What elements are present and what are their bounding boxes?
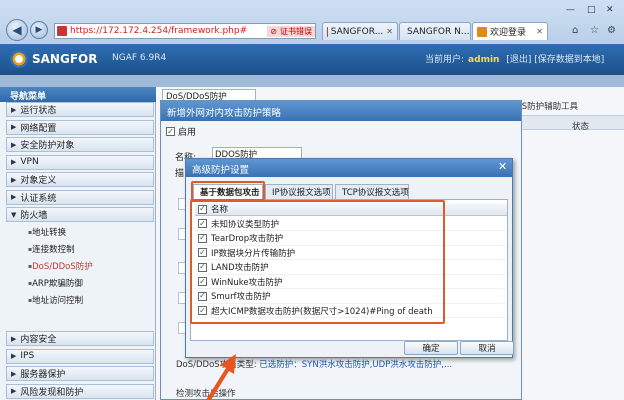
chevron-down-icon: ▼ <box>11 210 17 219</box>
star-icon[interactable]: ☆ <box>590 25 599 36</box>
chevron-right-icon: ▶ <box>11 387 17 395</box>
shield-warning-icon: ⊘ <box>270 26 277 36</box>
ok-button[interactable]: 确定 <box>404 341 458 355</box>
cert-error-badge[interactable]: ⊘ 证书错误 <box>267 25 315 37</box>
back-button[interactable]: ◀ <box>6 19 28 41</box>
chevron-right-icon: ▶ <box>11 193 17 201</box>
cancel-button[interactable]: 取消 <box>460 341 514 355</box>
header-subbar <box>0 75 624 87</box>
sidebar-item[interactable]: ▶ 风险发现和防护 <box>6 383 154 399</box>
chevron-right-icon: ▶ <box>11 105 17 114</box>
close-tab-icon[interactable]: ✕ <box>536 27 543 36</box>
back-arrow-icon: ◀ <box>12 23 22 37</box>
sidebar-item[interactable]: ▶ IPS <box>6 348 154 364</box>
sidebar-item[interactable]: ▶ 服务器保护 <box>6 366 154 381</box>
close-window-button[interactable]: ✕ <box>606 5 614 15</box>
close-icon[interactable]: ✕ <box>498 160 507 173</box>
sidebar-item[interactable]: ▼ 防火墙 <box>6 207 154 222</box>
tab-favicon <box>327 26 328 37</box>
sidebar-item[interactable]: ▶ 安全防护对象 <box>6 137 154 152</box>
gear-icon[interactable]: ⚙ <box>607 25 616 36</box>
browser-tab[interactable]: SANGFOR N...✕ <box>399 22 471 40</box>
annotation-arrow <box>206 354 236 400</box>
enable-checkbox[interactable]: ✓ 启用 <box>166 125 196 138</box>
product-version: NGAF 6.9R4 <box>112 53 167 63</box>
highlight-box <box>190 200 445 324</box>
chevron-right-icon: ▶ <box>11 140 17 149</box>
status-column-header: 状态 <box>572 122 590 132</box>
policy-dialog-title: 新增外网对内攻击防护策略 <box>161 101 521 121</box>
sidebar-item[interactable]: ▶ 认证系统 <box>6 189 154 205</box>
brand-logo: SANGFOR <box>10 50 97 68</box>
tab-tcp-options[interactable]: TCP协议报文选项 <box>335 184 409 200</box>
sidebar-item[interactable]: ▶ 运行状态 <box>6 102 154 117</box>
forward-arrow-icon: ▶ <box>35 25 43 35</box>
highlight-box <box>191 181 265 201</box>
ddos-type-link[interactable]: 已选防护：SYN洪水攻击防护,UDP洪水攻击防护,... <box>259 360 452 370</box>
username: admin <box>468 55 500 65</box>
sidebar-item[interactable]: ▶ 内容安全 <box>6 331 154 346</box>
sidebar-title: 导航菜单 <box>0 87 156 102</box>
sidebar-subitem[interactable]: ▪ 地址转换 <box>20 225 154 240</box>
browser-tab[interactable]: SANGFOR... ✕ <box>322 22 398 40</box>
minimize-button[interactable]: — <box>566 5 575 15</box>
chevron-right-icon: ▶ <box>11 352 17 360</box>
sidebar-subitem[interactable]: ▪ ARP欺骗防御 <box>20 276 154 291</box>
advanced-settings-title: 高级防护设置 <box>186 159 512 177</box>
maximize-button[interactable]: □ <box>587 5 596 15</box>
sidebar-item[interactable]: ▶ VPN <box>6 154 154 170</box>
chevron-right-icon: ▶ <box>11 123 17 131</box>
sidebar-item[interactable]: ▶ 网络配置 <box>6 119 154 135</box>
save-config-link[interactable]: [保存数据到本地] <box>534 55 604 65</box>
page-favicon <box>57 26 67 36</box>
tab-favicon <box>477 26 487 37</box>
forward-button[interactable]: ▶ <box>30 21 48 39</box>
chevron-right-icon: ▶ <box>11 334 17 343</box>
chevron-right-icon: ▶ <box>11 158 17 166</box>
sidebar-subitem[interactable]: ▪ 地址访问控制 <box>20 293 154 308</box>
close-tab-icon[interactable]: ✕ <box>386 27 393 36</box>
description-label: 描 <box>175 169 185 179</box>
sangfor-logo-icon <box>10 50 28 68</box>
sidebar-item[interactable]: ▶ 对象定义 <box>6 172 154 187</box>
url-text: https://172.172.4.254/framework.php# <box>70 26 248 36</box>
address-bar[interactable]: https://172.172.4.254/framework.php# ⊘ 证书… <box>54 23 316 39</box>
home-icon[interactable]: ⌂ <box>572 25 578 36</box>
checkmark-icon: ✓ <box>166 126 175 136</box>
user-bar: 当前用户: admin [退出] [保存数据到本地] <box>425 55 605 65</box>
tab-ip-options[interactable]: IP协议报文选项 <box>265 184 333 200</box>
sidebar-subitem[interactable]: ▪ DoS/DDoS防护 <box>20 259 154 274</box>
logout-link[interactable]: [退出] <box>506 55 531 65</box>
browser-tab-active[interactable]: 欢迎登录 ✕ <box>472 22 548 40</box>
chevron-right-icon: ▶ <box>11 175 17 184</box>
sidebar-subitem[interactable]: ▪ 连接数控制 <box>20 242 154 257</box>
chevron-right-icon: ▶ <box>11 369 17 378</box>
